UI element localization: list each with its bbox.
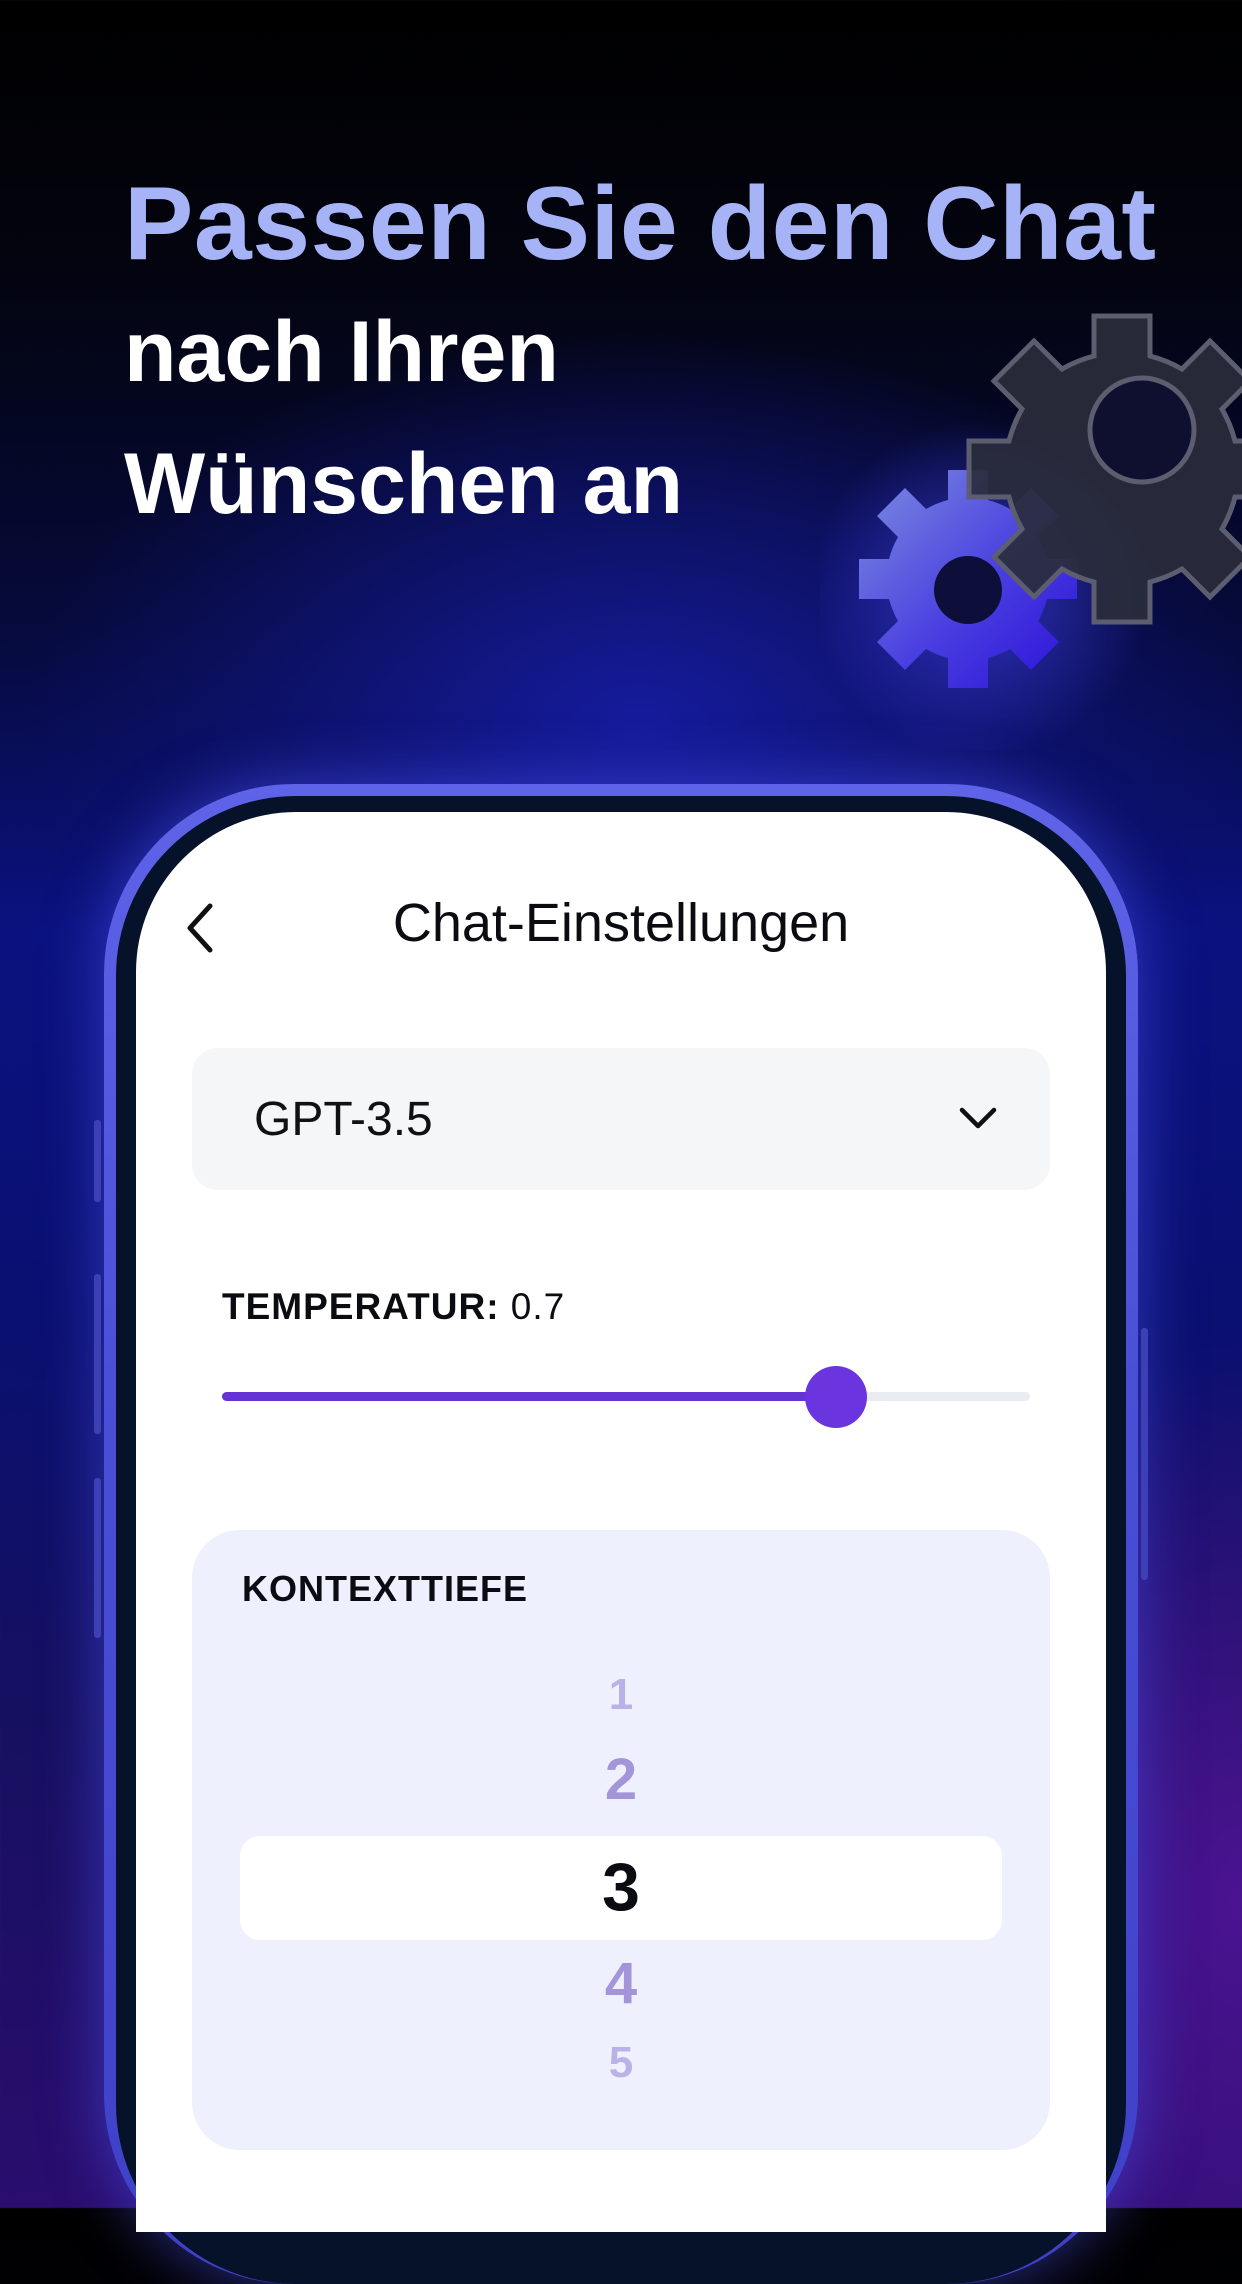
gear-icon — [820, 313, 1242, 750]
picker-option[interactable]: 2 — [192, 1746, 1050, 1813]
phone-side-button — [94, 1478, 101, 1638]
temperature-label-text: TEMPERATUR: — [222, 1286, 500, 1327]
phone-side-button — [94, 1120, 101, 1202]
phone-side-button — [1141, 1328, 1148, 1580]
temperature-slider[interactable] — [222, 1366, 1030, 1428]
context-depth-card: KONTEXTTIEFE 1 2 3 4 5 — [192, 1530, 1050, 2150]
slider-thumb[interactable] — [805, 1366, 868, 1428]
temperature-value: 0.7 — [510, 1286, 566, 1327]
picker-option-selected[interactable]: 3 — [192, 1848, 1050, 1926]
context-depth-label: KONTEXTTIEFE — [242, 1568, 529, 1609]
model-select[interactable]: GPT-3.5 — [192, 1048, 1050, 1190]
picker-option[interactable]: 5 — [192, 2038, 1050, 2088]
picker-option[interactable]: 1 — [192, 1670, 1050, 1720]
page-title: Chat-Einstellungen — [392, 893, 850, 953]
chat-settings-screen: Chat-Einstellungen GPT-3.5 TEMPERATUR: 0… — [136, 812, 1106, 2232]
phone-side-button — [94, 1274, 101, 1434]
slider-fill — [222, 1392, 837, 1401]
model-value: GPT-3.5 — [254, 1093, 433, 1146]
chevron-down-icon — [959, 1107, 997, 1129]
picker-option[interactable]: 4 — [192, 1950, 1050, 2017]
headline-accent: Passen Sie den Chat — [124, 166, 1157, 282]
temperature-label: TEMPERATUR: 0.7 — [222, 1286, 565, 1328]
